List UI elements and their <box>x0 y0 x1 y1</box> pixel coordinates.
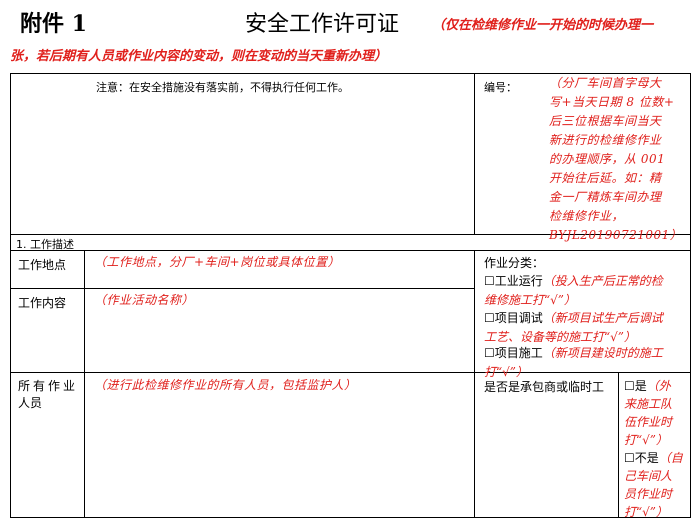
number-label: 编号： <box>484 81 517 94</box>
table-col-number <box>474 73 475 235</box>
contractor-question: 是否是承包商或临时工 <box>484 380 605 394</box>
table-col-label <box>84 250 85 518</box>
safety-notice: 注意：在安全措施没有落实前，不得执行任何工作。 <box>96 81 349 94</box>
personnel-label: 所有作业 人员 <box>18 379 79 410</box>
table-border-bottom <box>10 517 691 518</box>
category-checkbox-label[interactable]: ☐项目施工 <box>484 346 543 360</box>
header-note-line2: 张，若后期有人员或作业内容的变动，则在变动的当天重新办理） <box>10 49 388 64</box>
no-checkbox[interactable]: ☐不是 <box>624 451 659 465</box>
header-note-line1: （仅在检维修作业一开始的时候办理一 <box>432 18 654 33</box>
work-location-hint: （工作地点，分厂+车间+岗位或具体位置） <box>94 255 341 269</box>
personnel-hint: （进行此检维修作业的所有人员，包括监护人） <box>94 378 357 392</box>
work-location-label: 工作地点 <box>18 258 67 272</box>
work-category-label: 作业分类： <box>484 256 545 270</box>
table-border-right <box>690 73 691 518</box>
work-content-label: 工作内容 <box>18 296 67 310</box>
table-border-left <box>10 73 11 518</box>
category-checkbox-label[interactable]: ☐项目调试 <box>484 311 543 325</box>
document-title: 安全工作许可证 <box>245 12 400 37</box>
table-divider-location <box>10 288 474 289</box>
table-col-choice <box>618 372 619 518</box>
number-hint: （分厂车间首字母大 写+当天日期 8 位数+ 后三位根据车间当天 新进行的检维修… <box>549 76 683 242</box>
table-divider-section1-title <box>10 250 691 251</box>
section1-title: 1. 工作描述 <box>16 238 74 251</box>
category-industrial-operation[interactable]: ☐工业运行（投入生产后正常的检 维修施工打“√”） <box>484 270 689 310</box>
attachment-label: 附件 1 <box>20 11 87 37</box>
category-project-debugging[interactable]: ☐项目调试（新项目试生产后调试 工艺、设备等的施工打“√”） <box>484 307 689 347</box>
contractor-yes-option[interactable]: ☐是（外 来施工队 伍作业时 打“√”） <box>624 376 690 449</box>
table-col-category <box>474 250 475 518</box>
work-content-hint: （作业活动名称） <box>94 293 195 307</box>
yes-checkbox[interactable]: ☐是 <box>624 379 647 393</box>
category-checkbox-label[interactable]: ☐工业运行 <box>484 274 543 288</box>
contractor-no-option[interactable]: ☐不是（自 己车间人 员作业时 打“√”） <box>624 448 690 521</box>
